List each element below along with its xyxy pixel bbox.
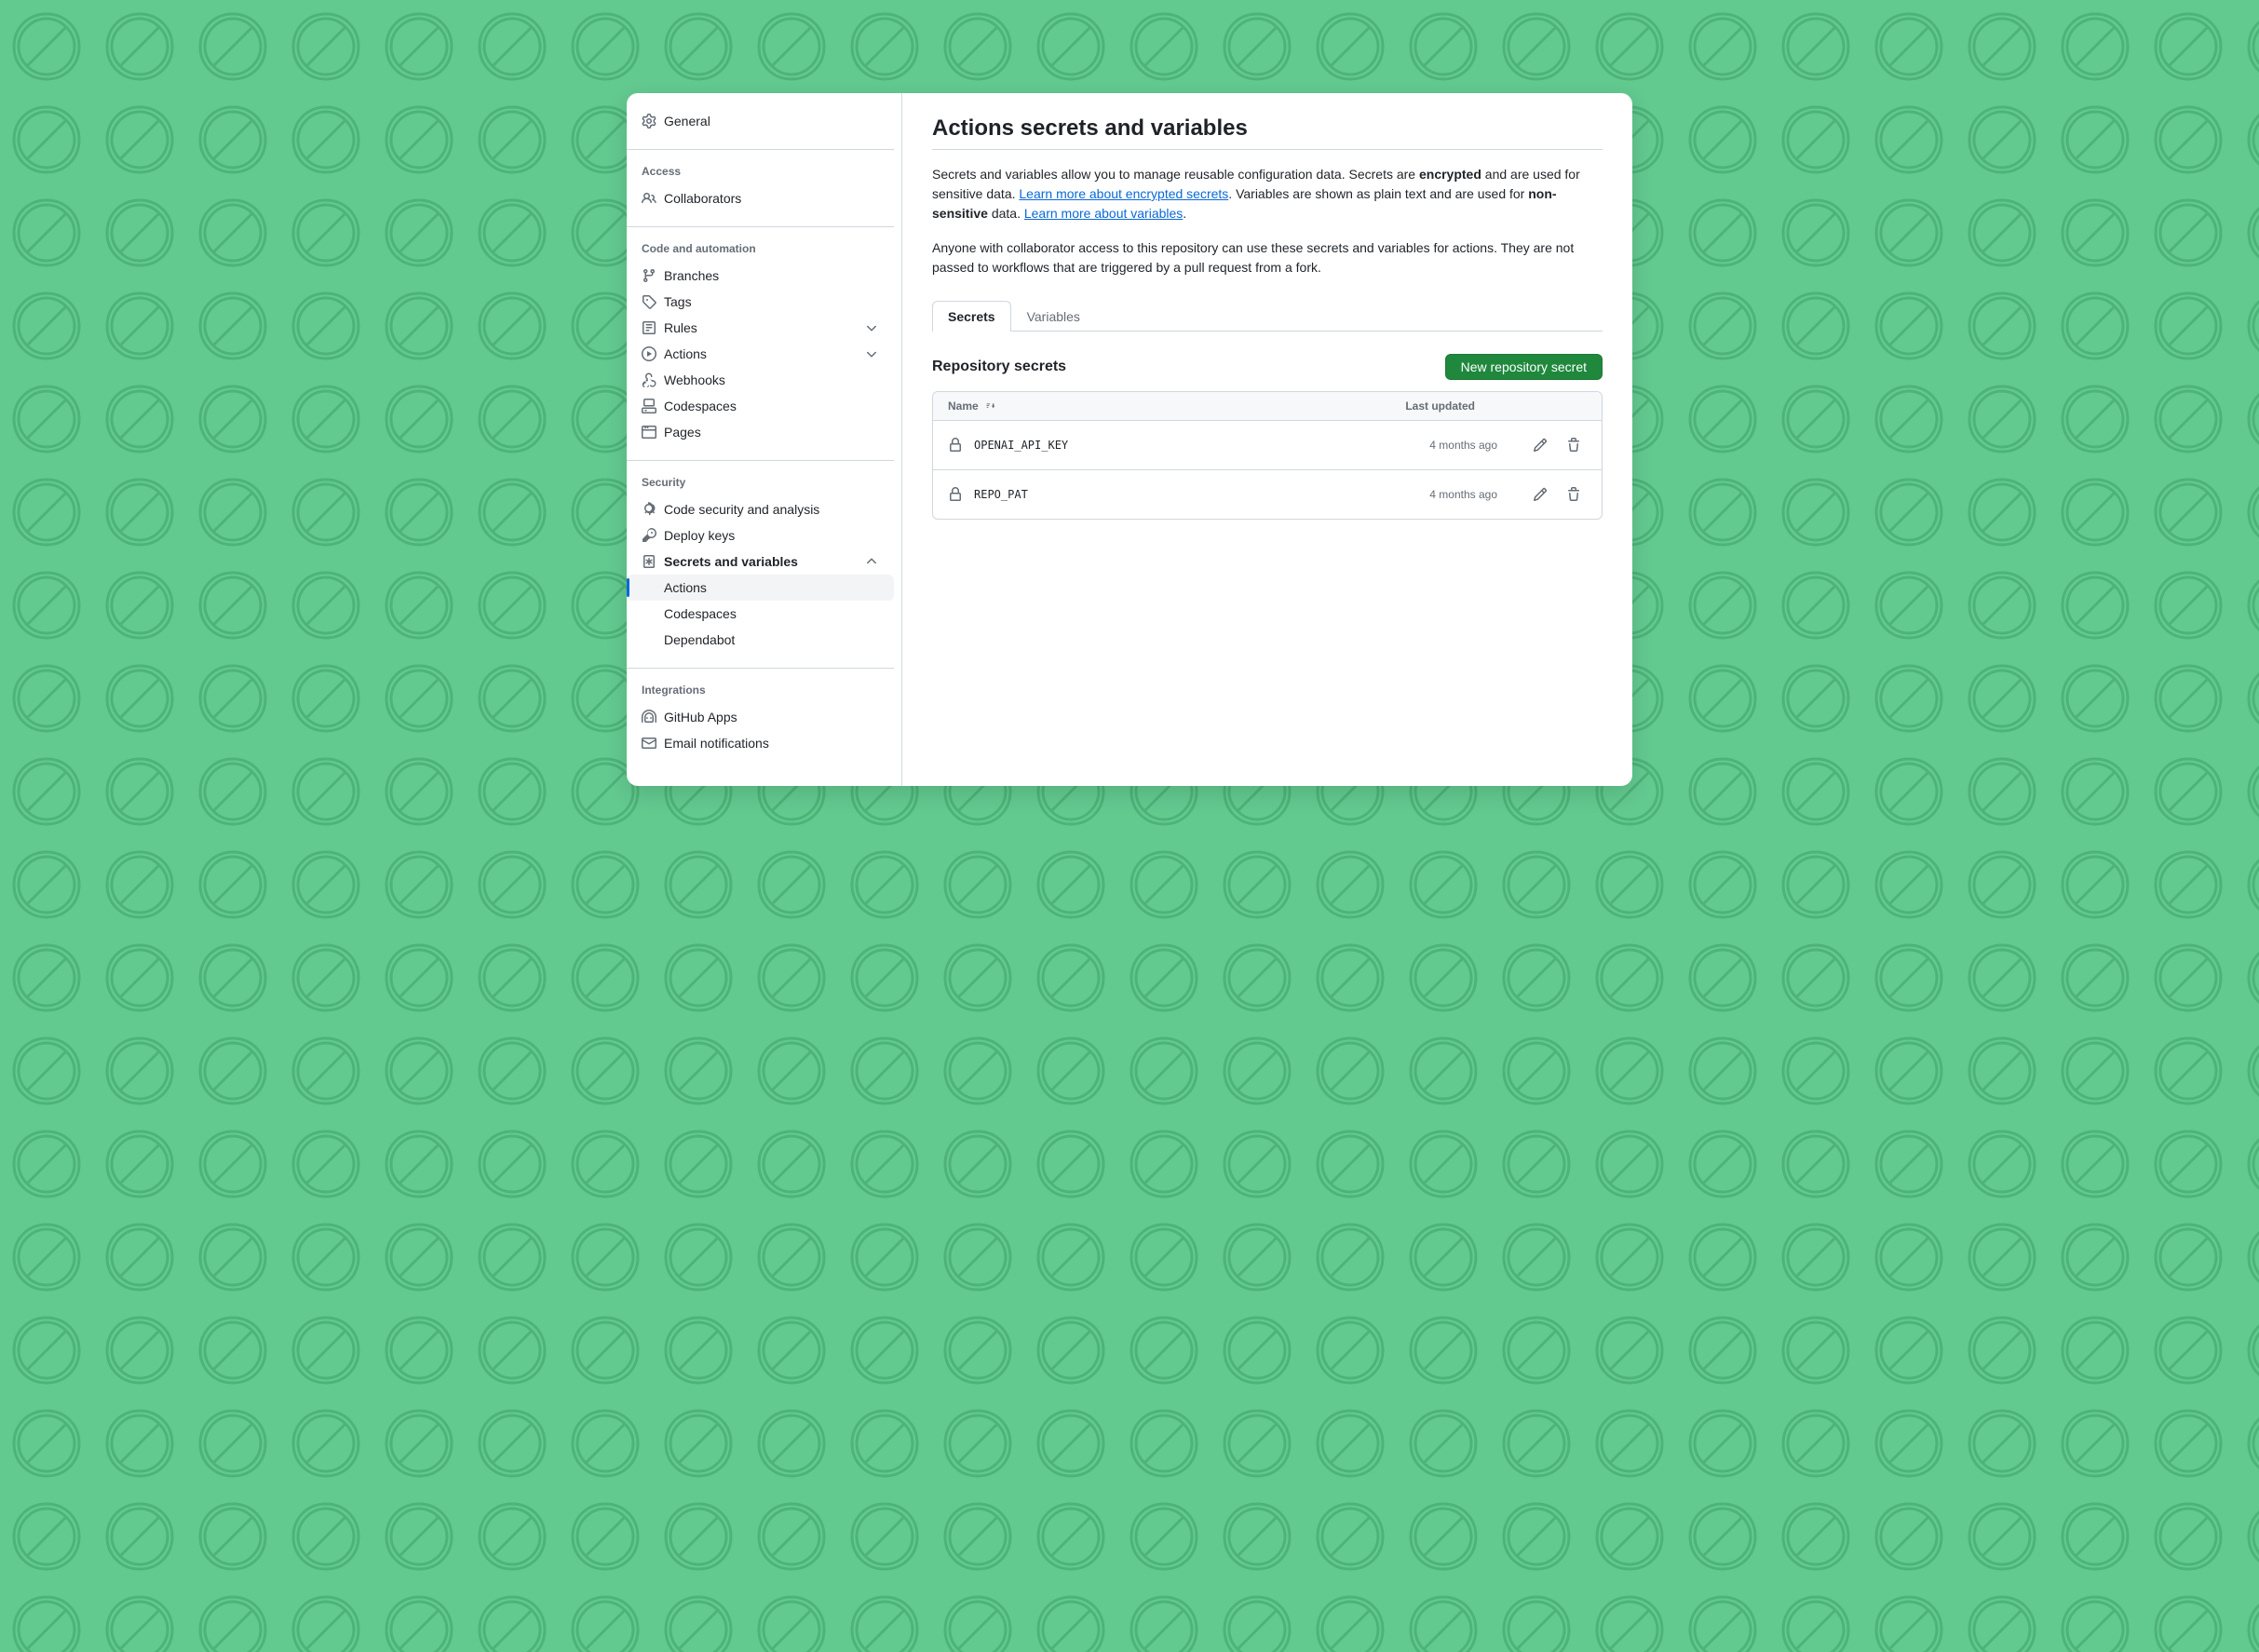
row-actions [1527, 432, 1587, 458]
nav-label: Branches [664, 268, 719, 283]
nav-label: Code security and analysis [664, 502, 819, 517]
people-icon [642, 191, 656, 206]
nav-label: Email notifications [664, 736, 769, 751]
lock-icon [948, 438, 963, 453]
nav-general[interactable]: General [627, 108, 894, 134]
col-updated-header: Last updated [1405, 399, 1475, 413]
link-secrets[interactable]: Learn more about encrypted secrets [1019, 186, 1228, 201]
main-content: Actions secrets and variables Secrets an… [902, 93, 1632, 786]
nav-secrets-variables[interactable]: Secrets and variables [627, 548, 894, 575]
nav-label: Webhooks [664, 372, 725, 387]
description-1: Secrets and variables allow you to manag… [932, 165, 1603, 223]
nav-label: Codespaces [664, 606, 737, 621]
delete-button[interactable] [1561, 432, 1587, 458]
chevron-down-icon [864, 320, 879, 335]
nav-collaborators[interactable]: Collaborators [627, 185, 894, 211]
mail-icon [642, 736, 656, 751]
secret-name: REPO_PAT [974, 488, 1028, 501]
col-name-header[interactable]: Name [948, 399, 997, 413]
new-secret-button[interactable]: New repository secret [1445, 354, 1603, 380]
nav-label: Actions [664, 346, 707, 361]
gear-icon [642, 114, 656, 129]
play-icon [642, 346, 656, 361]
nav-label: Pages [664, 425, 701, 440]
link-variables[interactable]: Learn more about variables [1024, 206, 1183, 221]
webhook-icon [642, 372, 656, 387]
asterisk-icon [642, 554, 656, 569]
tabs: Secrets Variables [932, 300, 1603, 332]
sort-icon [984, 399, 997, 413]
nav-label: Secrets and variables [664, 554, 798, 569]
nav-actions[interactable]: Actions [627, 341, 894, 367]
nav-email-notifications[interactable]: Email notifications [627, 730, 894, 756]
browser-icon [642, 425, 656, 440]
lock-icon [948, 487, 963, 502]
section-access-title: Access [627, 157, 894, 185]
edit-button[interactable] [1527, 432, 1553, 458]
description-2: Anyone with collaborator access to this … [932, 238, 1603, 278]
tag-icon [642, 294, 656, 309]
chevron-down-icon [864, 346, 879, 361]
nav-label: Collaborators [664, 191, 741, 206]
page-title: Actions secrets and variables [932, 115, 1603, 150]
nav-branches[interactable]: Branches [627, 263, 894, 289]
nav-pages[interactable]: Pages [627, 419, 894, 445]
edit-button[interactable] [1527, 481, 1553, 508]
nav-label: Rules [664, 320, 697, 335]
nav-sub-codespaces[interactable]: Codespaces [627, 601, 894, 627]
nav-label: GitHub Apps [664, 710, 737, 724]
nav-deploy-keys[interactable]: Deploy keys [627, 522, 894, 548]
chevron-up-icon [864, 554, 879, 569]
nav-label: Deploy keys [664, 528, 735, 543]
section-title: Repository secrets [932, 359, 1066, 375]
nav-rules[interactable]: Rules [627, 315, 894, 341]
nav-label: Tags [664, 294, 692, 309]
nav-webhooks[interactable]: Webhooks [627, 367, 894, 393]
nav-label: Actions [664, 580, 707, 595]
table-row: REPO_PAT 4 months ago [933, 470, 1602, 519]
codespaces-icon [642, 399, 656, 413]
scan-icon [642, 502, 656, 517]
table-row: OPENAI_API_KEY 4 months ago [933, 421, 1602, 470]
tab-secrets[interactable]: Secrets [932, 301, 1011, 332]
secret-updated: 4 months ago [1429, 439, 1497, 452]
sidebar: General Access Collaborators Code and au… [627, 93, 902, 786]
tab-variables[interactable]: Variables [1011, 301, 1096, 332]
rules-icon [642, 320, 656, 335]
secret-updated: 4 months ago [1429, 488, 1497, 501]
settings-window: General Access Collaborators Code and au… [627, 93, 1632, 786]
delete-button[interactable] [1561, 481, 1587, 508]
hubot-icon [642, 710, 656, 724]
nav-code-security[interactable]: Code security and analysis [627, 496, 894, 522]
key-icon [642, 528, 656, 543]
table-header: Name Last updated [933, 392, 1602, 421]
section-header: Repository secrets New repository secret [932, 354, 1603, 380]
section-integrations-title: Integrations [627, 676, 894, 704]
secrets-table: Name Last updated OPENAI_API_KEY 4 month… [932, 391, 1603, 520]
nav-sub-dependabot[interactable]: Dependabot [627, 627, 894, 653]
nav-label: Dependabot [664, 632, 735, 647]
section-code-title: Code and automation [627, 235, 894, 263]
nav-tags[interactable]: Tags [627, 289, 894, 315]
branch-icon [642, 268, 656, 283]
nav-label: General [664, 114, 710, 129]
nav-codespaces[interactable]: Codespaces [627, 393, 894, 419]
section-security-title: Security [627, 468, 894, 496]
nav-github-apps[interactable]: GitHub Apps [627, 704, 894, 730]
nav-sub-actions[interactable]: Actions [627, 575, 894, 601]
nav-label: Codespaces [664, 399, 737, 413]
row-actions [1527, 481, 1587, 508]
secret-name: OPENAI_API_KEY [974, 439, 1068, 452]
